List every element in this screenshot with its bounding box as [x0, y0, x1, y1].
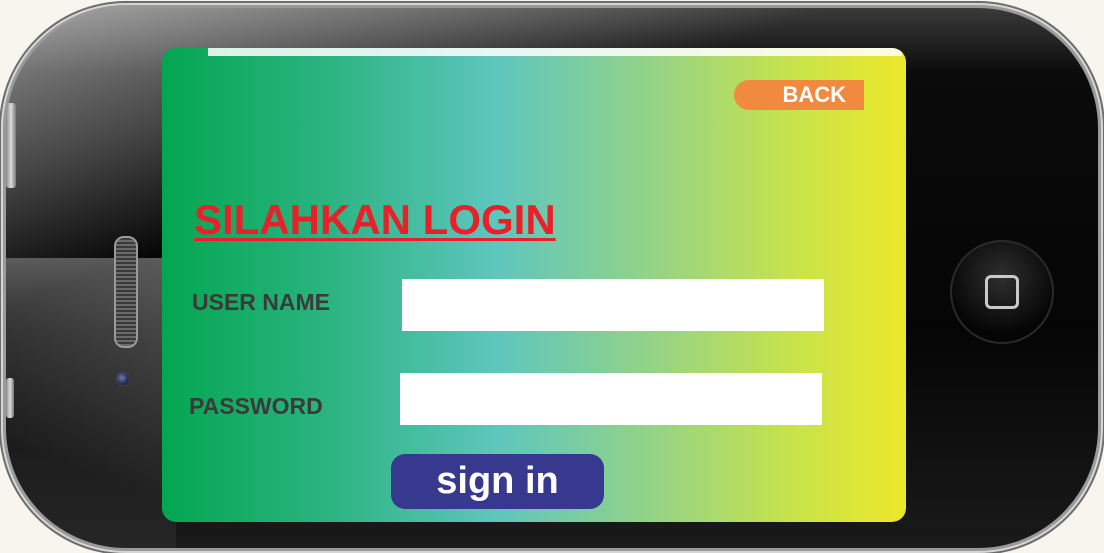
- back-button-label: BACK: [782, 82, 846, 107]
- username-input[interactable]: [402, 279, 824, 331]
- page-title: SILAHKAN LOGIN: [194, 196, 556, 243]
- volume-button[interactable]: [6, 103, 16, 188]
- front-camera-icon: [116, 372, 130, 386]
- back-button[interactable]: BACK: [734, 80, 864, 110]
- screen-top-bar: [208, 48, 902, 56]
- username-label: USER NAME: [192, 289, 331, 315]
- home-square-icon: [985, 275, 1019, 309]
- side-switch[interactable]: [6, 378, 14, 418]
- phone-frame: BACK SILAHKAN LOGIN USER NAME PASSWORD s…: [6, 8, 1098, 548]
- phone-gloss-left: [6, 258, 176, 548]
- app-stage: BACK SILAHKAN LOGIN USER NAME PASSWORD s…: [0, 0, 1104, 553]
- password-label: PASSWORD: [189, 393, 323, 419]
- password-input[interactable]: [400, 373, 822, 425]
- home-button[interactable]: [950, 240, 1054, 344]
- sign-in-button-label: sign in: [436, 460, 559, 502]
- speaker-grille: [114, 236, 138, 348]
- login-screen: BACK SILAHKAN LOGIN USER NAME PASSWORD s…: [162, 48, 906, 522]
- sign-in-button[interactable]: sign in: [391, 454, 604, 509]
